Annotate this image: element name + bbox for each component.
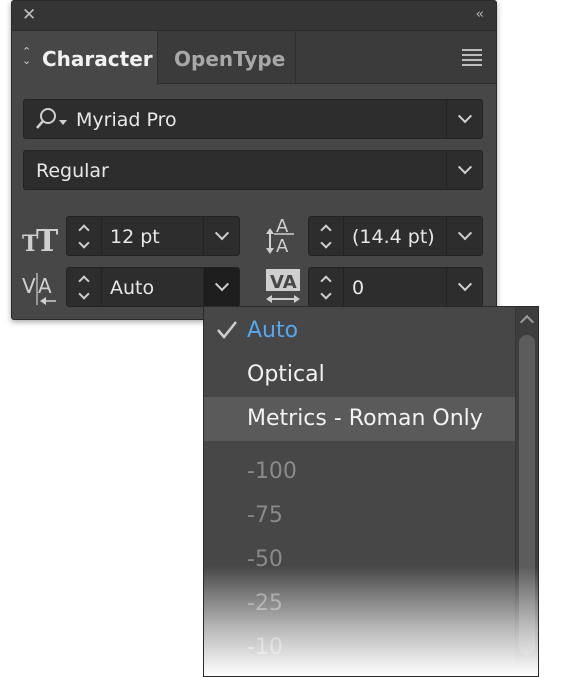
font-size-value: 12 pt — [110, 226, 160, 248]
panel-titlebar: ✕ ‹‹ — [12, 1, 496, 31]
decrement-icon[interactable] — [78, 287, 90, 300]
chevron-down-icon — [457, 226, 472, 241]
chevron-down-icon — [457, 109, 472, 124]
menu-item-minus-50[interactable]: -50 — [204, 538, 517, 582]
svg-text:T: T — [36, 224, 58, 255]
chevron-down-icon — [457, 277, 472, 292]
tab-character-label: Character — [42, 47, 153, 71]
menu-item-label: -10 — [247, 635, 283, 660]
tab-bar: ⌃ ⌄ Character OpenType — [12, 31, 496, 85]
chevron-down-icon — [457, 160, 472, 175]
menu-item-minus-75[interactable]: -75 — [204, 494, 517, 538]
menu-item-minus-10[interactable]: -10 — [204, 626, 517, 670]
tracking-stepper[interactable] — [308, 267, 344, 307]
leading-dropdown-button[interactable] — [446, 217, 482, 255]
leading-icon: A A — [266, 216, 294, 254]
menu-item-label: -25 — [247, 591, 283, 616]
menu-item-label: Metrics - Roman Only — [247, 406, 483, 431]
font-family-dropdown-button[interactable] — [446, 100, 482, 138]
menu-item-label: -50 — [247, 547, 283, 572]
panel-menu-icon[interactable] — [462, 49, 482, 69]
font-search-icon[interactable] — [34, 106, 70, 132]
increment-icon[interactable] — [78, 223, 90, 236]
font-style-value: Regular — [36, 160, 109, 182]
menu-item-metrics-roman-only[interactable]: Metrics - Roman Only — [204, 397, 517, 441]
menu-item-minus-25[interactable]: -25 — [204, 582, 517, 626]
chevron-down-icon — [214, 277, 229, 292]
menu-item-minus-100[interactable]: -100 — [204, 450, 517, 494]
kerning-value: Auto — [110, 277, 155, 299]
menu-item-label: -75 — [247, 503, 283, 528]
svg-text:A: A — [276, 236, 289, 254]
checkmark-icon — [217, 321, 237, 339]
collapse-icon[interactable]: ‹‹ — [476, 7, 485, 22]
menu-item-label: Auto — [247, 318, 299, 343]
font-style-dropdown-button[interactable] — [446, 151, 482, 189]
tracking-icon: VA — [266, 269, 300, 303]
leading-stepper[interactable] — [308, 216, 344, 256]
leading-input[interactable]: (14.4 pt) — [344, 216, 483, 256]
kerning-input[interactable]: Auto — [102, 267, 240, 307]
chevron-down-icon — [214, 226, 229, 241]
tab-opentype-label: OpenType — [174, 47, 286, 71]
font-size-dropdown-button[interactable] — [203, 217, 239, 255]
font-family-value: Myriad Pro — [76, 109, 177, 131]
tracking-input[interactable]: 0 — [344, 267, 483, 307]
font-size-input[interactable]: 12 pt — [102, 216, 240, 256]
character-panel: ✕ ‹‹ ⌃ ⌄ Character OpenType Myriad Pro Re… — [11, 0, 497, 320]
menu-scrollbar[interactable] — [515, 307, 538, 676]
scroll-thumb[interactable] — [519, 335, 535, 655]
font-style-field[interactable]: Regular — [23, 150, 483, 190]
kerning-stepper[interactable] — [66, 267, 102, 307]
tab-opentype[interactable]: OpenType — [158, 31, 296, 84]
increment-icon[interactable] — [320, 274, 332, 287]
tracking-dropdown-button[interactable] — [446, 268, 482, 306]
tracking-value: 0 — [352, 277, 365, 299]
tab-character[interactable]: ⌃ ⌄ Character — [12, 31, 158, 85]
increment-icon[interactable] — [320, 223, 332, 236]
menu-item-label: Optical — [247, 362, 325, 387]
kerning-dropdown-button[interactable] — [203, 268, 239, 306]
svg-text:V: V — [22, 274, 36, 298]
leading-value: (14.4 pt) — [352, 226, 435, 248]
increment-icon[interactable] — [78, 274, 90, 287]
font-family-field[interactable]: Myriad Pro — [23, 99, 483, 139]
decrement-icon[interactable] — [320, 287, 332, 300]
decrement-icon[interactable] — [320, 236, 332, 249]
kerning-dropdown-menu: Auto Optical Metrics - Roman Only -100 -… — [203, 306, 539, 677]
svg-text:A: A — [38, 274, 52, 298]
scroll-up-icon[interactable] — [519, 314, 535, 330]
menu-item-label: -100 — [247, 459, 297, 484]
font-size-stepper[interactable] — [66, 216, 102, 256]
menu-item-optical[interactable]: Optical — [204, 353, 517, 397]
tab-expand-icon: ⌃ ⌄ — [22, 45, 32, 67]
font-size-icon: T T — [22, 224, 58, 255]
close-icon[interactable]: ✕ — [22, 6, 36, 24]
decrement-icon[interactable] — [78, 236, 90, 249]
svg-text:VA: VA — [270, 272, 297, 293]
kerning-icon: V A — [22, 273, 56, 305]
menu-item-auto[interactable]: Auto — [204, 309, 517, 353]
